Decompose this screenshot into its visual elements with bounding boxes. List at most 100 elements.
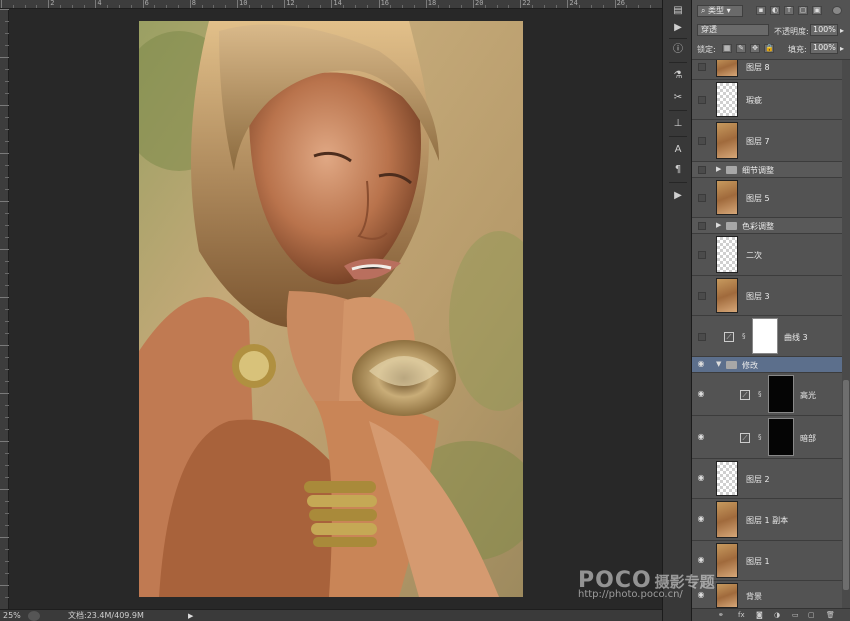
eye-icon[interactable]: ◉ [696, 514, 706, 523]
layer-name[interactable]: 图层 8 [746, 62, 770, 73]
layer-name[interactable]: 图层 5 [746, 193, 770, 204]
fx-icon[interactable]: fx [738, 611, 745, 619]
filter-adjustment-icon[interactable]: ◐ [770, 6, 780, 15]
canvas-area[interactable] [10, 10, 662, 609]
opacity-slider-icon[interactable]: ▸ [840, 26, 844, 35]
layer-row[interactable]: ◉ 图层 2 [692, 459, 842, 499]
lock-position-icon[interactable]: ✥ [750, 44, 760, 53]
layer-row[interactable]: ◉ ⟋ § 暗部 [692, 416, 842, 459]
filter-toggle-icon[interactable] [832, 6, 842, 15]
eye-icon[interactable]: ◉ [696, 432, 706, 441]
visibility-toggle[interactable] [698, 96, 706, 104]
eye-icon[interactable]: ◉ [696, 555, 706, 564]
eye-icon[interactable]: ◉ [696, 590, 706, 599]
fill-field[interactable]: 100% [810, 42, 838, 54]
layer-thumbnail[interactable] [716, 236, 738, 273]
layer-name[interactable]: 图层 1 副本 [746, 515, 788, 526]
layer-mask-thumbnail[interactable] [752, 318, 778, 354]
eye-icon[interactable]: ◉ [696, 359, 706, 368]
visibility-toggle[interactable] [698, 137, 706, 145]
layer-name[interactable]: 二次 [746, 250, 762, 261]
layer-name[interactable]: 图层 7 [746, 136, 770, 147]
mask-link-icon[interactable]: § [758, 390, 764, 398]
visibility-toggle[interactable] [698, 332, 706, 341]
layer-name[interactable]: 细节调整 [742, 165, 774, 176]
layer-row[interactable]: 瑕疵 [692, 80, 842, 120]
layer-name[interactable]: 色彩调整 [742, 221, 774, 232]
mask-link-icon[interactable]: § [758, 433, 764, 441]
status-arrow-icon[interactable]: ▶ [188, 612, 193, 620]
zoom-level[interactable]: 25% [0, 611, 28, 620]
history-icon[interactable]: ▤ [671, 5, 685, 17]
lock-transparent-icon[interactable]: ▦ [722, 44, 732, 53]
visibility-toggle[interactable] [698, 63, 706, 71]
layer-row[interactable]: 图层 3 [692, 276, 842, 316]
layer-thumbnail[interactable] [716, 583, 738, 608]
layer-thumbnail[interactable] [716, 82, 738, 117]
status-menu-icon[interactable] [28, 610, 40, 621]
actions-icon[interactable]: ▶ [671, 22, 685, 34]
fill-slider-icon[interactable]: ▸ [840, 44, 844, 53]
layer-thumbnail[interactable] [716, 122, 738, 159]
link-layers-icon[interactable]: ⚭ [718, 611, 724, 619]
layer-name[interactable]: 图层 1 [746, 556, 770, 567]
layer-mask-thumbnail[interactable] [768, 418, 794, 456]
layer-row[interactable]: ◉ 背景 [692, 581, 842, 608]
layers-list[interactable]: 图层 8 瑕疵 图层 7 ▶ 细节调整 图层 5 ▶ 色彩调整 二次 图层 3 ⟋ § 曲线 3 ◉ ▼ 修改… [692, 60, 842, 608]
info-icon[interactable]: ⓘ [671, 44, 685, 56]
layer-row[interactable]: ◉ ⟋ § 高光 [692, 373, 842, 416]
eye-icon[interactable]: ◉ [696, 473, 706, 482]
layer-name[interactable]: 背景 [746, 591, 762, 602]
blend-mode-dropdown[interactable]: 穿透 [697, 24, 769, 36]
add-mask-icon[interactable]: ◙ [756, 611, 763, 619]
clone-source-icon[interactable]: ⊥ [671, 118, 685, 130]
expand-down-icon[interactable]: ▼ [716, 360, 721, 368]
timeline-play-icon[interactable]: ▶ [671, 190, 685, 202]
new-layer-icon[interactable]: ▢ [808, 611, 815, 619]
visibility-toggle[interactable] [698, 194, 706, 202]
opacity-field[interactable]: 100% [810, 24, 838, 36]
layer-thumbnail[interactable] [716, 278, 738, 313]
layer-row[interactable]: ▶ 细节调整 [692, 162, 842, 178]
character-icon[interactable]: A [671, 144, 685, 156]
layer-thumbnail[interactable] [716, 543, 738, 578]
brush-presets-icon[interactable]: ⚗ [671, 70, 685, 82]
layer-row[interactable]: ◉ ▼ 修改 [692, 357, 842, 373]
layer-thumbnail[interactable] [716, 60, 738, 77]
mask-link-icon[interactable]: § [742, 332, 748, 340]
lock-all-icon[interactable]: 🔒 [764, 44, 774, 53]
layer-row[interactable]: ◉ 图层 1 [692, 541, 842, 581]
layers-scrollbar-thumb[interactable] [843, 380, 849, 590]
layer-thumbnail[interactable] [716, 180, 738, 215]
lock-pixels-icon[interactable]: ✎ [736, 44, 746, 53]
visibility-toggle[interactable] [698, 251, 706, 259]
visibility-toggle[interactable] [698, 292, 706, 300]
visibility-toggle[interactable] [698, 166, 706, 174]
layer-name[interactable]: 修改 [742, 360, 758, 371]
new-group-icon[interactable]: ▭ [792, 611, 799, 619]
filter-shape-icon[interactable]: ▢ [798, 6, 808, 15]
document-photo[interactable] [139, 21, 523, 597]
layer-row[interactable]: ◉ 图层 1 副本 [692, 499, 842, 541]
layer-row[interactable]: ⟋ § 曲线 3 [692, 316, 842, 357]
eye-icon[interactable]: ◉ [696, 389, 706, 398]
layer-row[interactable]: 二次 [692, 234, 842, 276]
expand-right-icon[interactable]: ▶ [716, 165, 721, 173]
layer-name[interactable]: 暗部 [800, 433, 816, 444]
layer-thumbnail[interactable] [716, 501, 738, 538]
layer-row[interactable]: 图层 5 [692, 178, 842, 218]
layer-mask-thumbnail[interactable] [768, 375, 794, 413]
visibility-toggle[interactable] [698, 222, 706, 230]
layer-name[interactable]: 高光 [800, 390, 816, 401]
layer-name[interactable]: 图层 3 [746, 291, 770, 302]
new-adjustment-icon[interactable]: ◑ [774, 611, 780, 619]
layer-name[interactable]: 瑕疵 [746, 95, 762, 106]
layers-scrollbar[interactable] [842, 60, 850, 608]
layer-row[interactable]: 图层 7 [692, 120, 842, 162]
layer-name[interactable]: 曲线 3 [784, 332, 808, 343]
layer-name[interactable]: 图层 2 [746, 474, 770, 485]
filter-smart-object-icon[interactable]: ▣ [812, 6, 822, 15]
layer-row[interactable]: 图层 8 [692, 60, 842, 80]
layer-thumbnail[interactable] [716, 461, 738, 496]
filter-pixel-icon[interactable]: ▪ [756, 6, 766, 15]
